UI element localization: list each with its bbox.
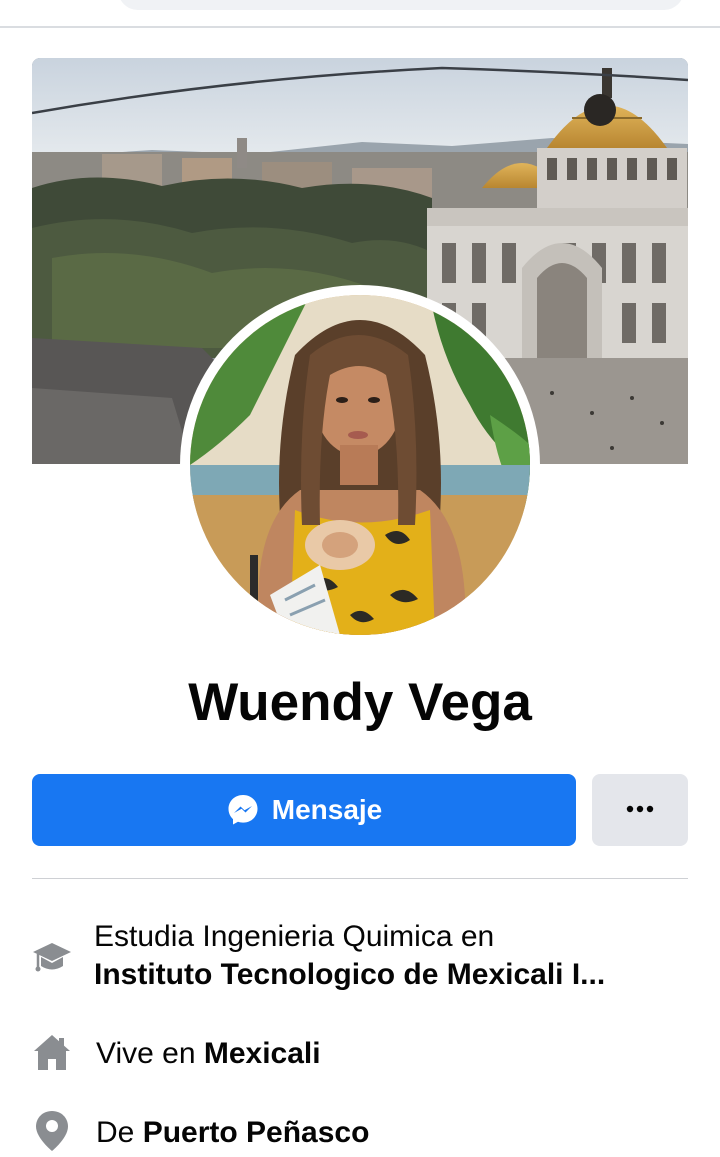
message-button[interactable]: Mensaje [32,774,576,846]
home-icon [32,1032,72,1077]
divider [32,878,688,879]
profile-name: Wuendy Vega [188,673,532,732]
from-city-link[interactable]: Puerto Peñasco [143,1116,370,1149]
lives-in-prefix: Vive en [96,1037,204,1070]
location-pin-icon [34,1110,70,1157]
more-dots-icon [625,801,655,819]
education-line-1: Estudia Ingenieria Quimica en [94,920,495,953]
from-prefix: De [96,1116,143,1149]
top-bar [0,0,720,28]
lives-in-city-link[interactable]: Mexicali [204,1037,321,1070]
graduation-cap-icon [32,938,72,983]
search-bar[interactable] [118,0,684,10]
education-school-link[interactable]: Instituto Tecnologico de Mexicali I... [94,958,605,992]
messenger-icon [226,793,260,827]
from-row: De Puerto Peñasco [96,1116,369,1150]
avatar[interactable] [190,295,530,635]
lives-in-row: Vive en Mexicali [96,1037,321,1071]
message-button-label: Mensaje [271,794,383,825]
more-options-button[interactable] [592,774,688,846]
